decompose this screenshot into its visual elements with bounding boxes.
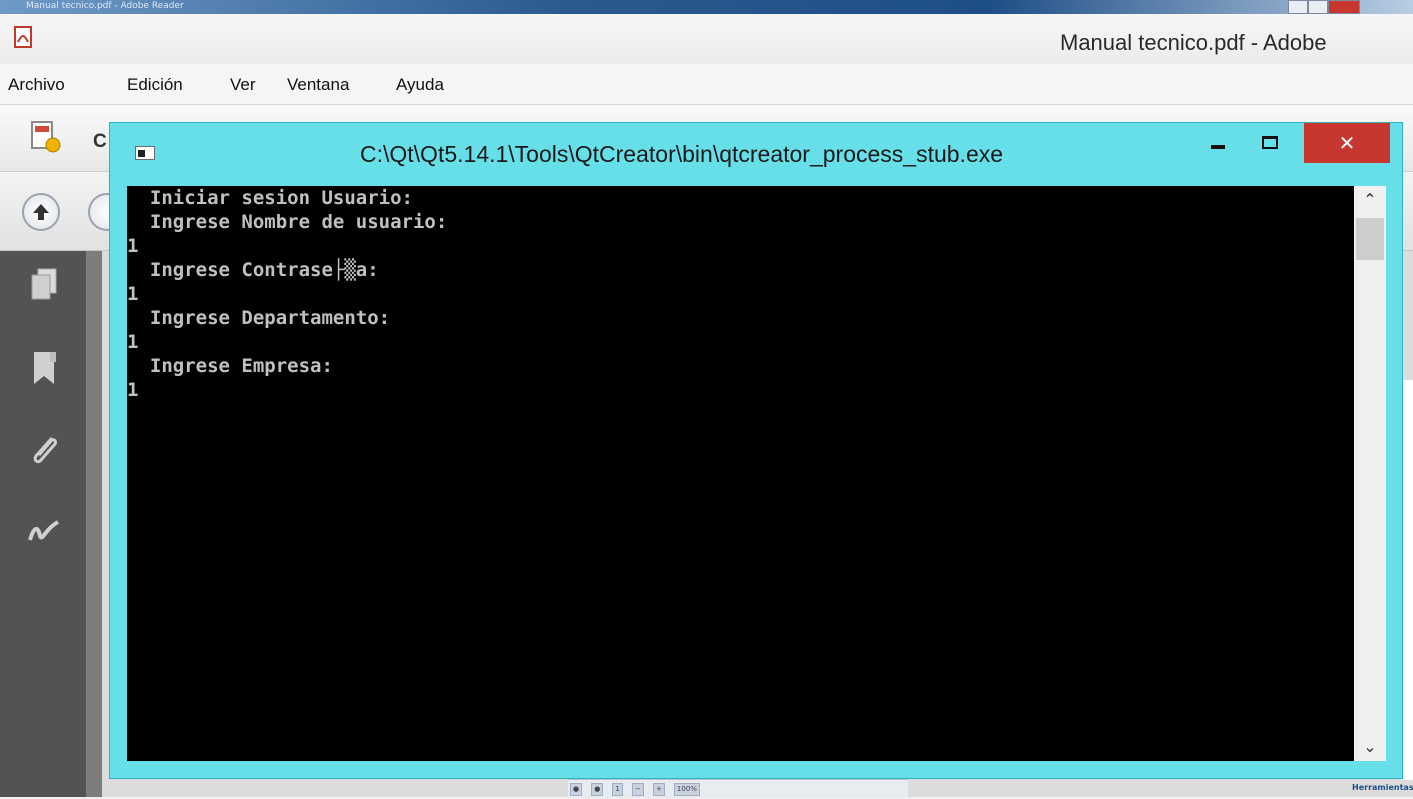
arrow-up-icon xyxy=(33,204,49,220)
menu-ayuda[interactable]: Ayuda xyxy=(396,75,444,95)
create-pdf-icon[interactable] xyxy=(26,118,62,154)
console-prompt-department: Ingrese Departamento: xyxy=(127,307,391,329)
bg-maximize-icon xyxy=(1308,0,1328,14)
console-scrollbar[interactable] xyxy=(1354,186,1386,761)
background-taskbar-strip: Manual tecnico.pdf - Adobe Reader xyxy=(0,0,1413,14)
previous-page-button[interactable] xyxy=(22,193,60,231)
menu-archivo[interactable]: Archivo xyxy=(8,75,65,95)
mini-page-field[interactable]: 1 xyxy=(612,783,623,796)
background-strip-text: Manual tecnico.pdf - Adobe Reader xyxy=(26,1,184,11)
scroll-up-icon[interactable]: ⌃ xyxy=(1354,186,1386,214)
menu-ver[interactable]: Ver xyxy=(230,75,256,95)
bg-minimize-icon xyxy=(1288,0,1308,14)
mini-nav-icon[interactable]: ● xyxy=(570,783,583,796)
menu-ventana[interactable]: Ventana xyxy=(287,75,349,95)
bookmark-icon[interactable] xyxy=(24,348,64,388)
bg-close-icon xyxy=(1328,0,1360,14)
attachment-icon[interactable] xyxy=(24,430,64,470)
mini-zoom-in-icon[interactable]: + xyxy=(652,783,665,796)
adobe-pane-divider xyxy=(86,251,102,797)
console-prompt-company: Ingrese Empresa: xyxy=(127,355,333,377)
maximize-button[interactable] xyxy=(1262,136,1278,149)
pages-icon[interactable] xyxy=(24,265,64,305)
console-prompt-username: Ingrese Nombre de usuario: xyxy=(127,211,448,233)
tools-pane-label[interactable]: Herramientas xyxy=(1352,783,1413,792)
console-prompt-login: Iniciar sesion Usuario: xyxy=(127,187,413,209)
scroll-thumb[interactable] xyxy=(1356,218,1384,260)
scroll-down-icon[interactable]: ⌄ xyxy=(1354,733,1386,761)
signature-icon[interactable] xyxy=(24,512,64,552)
console-input-department: 1 xyxy=(127,331,139,353)
minimize-button[interactable] xyxy=(1211,145,1225,149)
adobe-reader-icon xyxy=(14,26,32,48)
adobe-window-title: Manual tecnico.pdf - Adobe xyxy=(1060,30,1327,55)
close-button[interactable]: ✕ xyxy=(1304,123,1390,163)
mini-zoom-value[interactable]: 100% xyxy=(673,783,700,796)
console-text: Iniciar sesion Usuario: Ingrese Nombre d… xyxy=(127,186,447,402)
console-app-icon[interactable] xyxy=(135,146,155,160)
toolbar-create-label[interactable]: C xyxy=(93,131,107,153)
adobe-page-toolbar: ● ● 1 − + 100% xyxy=(568,779,908,798)
console-input-username: 1 xyxy=(127,235,139,257)
mini-zoom-out-icon[interactable]: − xyxy=(631,783,644,796)
menu-edicion[interactable]: Edición xyxy=(127,75,183,95)
console-input-company: 1 xyxy=(127,379,139,401)
console-window-title: C:\Qt\Qt5.14.1\Tools\QtCreator\bin\qtcre… xyxy=(360,141,1004,167)
console-input-password: 1 xyxy=(127,283,139,305)
adobe-menubar xyxy=(0,64,1413,105)
mini-nav-icon[interactable]: ● xyxy=(591,783,604,796)
console-prompt-password: Ingrese Contrase├▒a: xyxy=(127,259,379,281)
